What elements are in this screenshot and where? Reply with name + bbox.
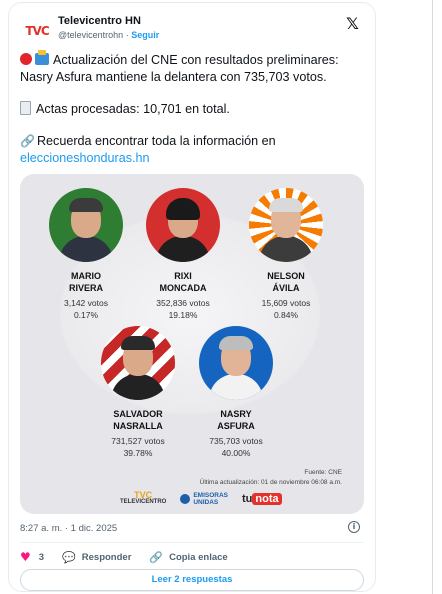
results-graphic[interactable]: MARIO RIVERA 3,142 votos 0.17% RIXI MONCAD… [20,174,364,514]
divider [20,542,364,543]
tweet-timestamp[interactable]: 8:27 a. m. · 1 dic. 2025 [20,523,117,534]
info-icon[interactable]: i [348,521,360,533]
tweet-text: Actualización del CNE con resultados pre… [20,50,366,182]
reply-button[interactable]: Responder [82,552,132,563]
nota-text: nota [252,493,282,505]
candidate-votes: 735,703 votos [209,436,263,446]
candidate-percent: 19.18% [168,310,198,320]
candidate-photo [199,326,273,400]
candidate-photo [101,326,175,400]
unidas-text: UNIDAS [193,499,219,506]
candidate-votes: 3,142 votos [64,298,108,308]
candidate-card: MARIO RIVERA 3,142 votos 0.17% [38,188,134,321]
emisoras-circle-icon [180,494,191,504]
candidate-photo [146,188,220,262]
ballot-box-icon [35,50,49,65]
account-handle[interactable]: @televicentrohn [58,30,123,40]
candidate-percent: 40.00% [221,448,251,458]
candidate-votes: 352,836 votos [156,298,210,308]
tweet-link[interactable]: eleccioneshonduras.hn [20,151,150,165]
candidate-votes: 15,609 votos [261,298,311,308]
tweet-line-1: Actualización del CNE con resultados pre… [20,53,339,84]
x-logo-icon[interactable]: 𝕏 [346,14,359,33]
action-bar: ♥ 3 💬 Responder 🔗 Copia enlace [20,550,228,564]
like-count[interactable]: 3 [39,552,44,563]
logo-strip: TVC TELEVICENTRO EMISORAS UNIDAS tu nota [120,490,282,506]
tu-text: tu [242,493,253,505]
read-replies-button[interactable]: Leer 2 respuestas [20,569,364,591]
candidate-name: NELSON ÁVILA [267,271,305,293]
follow-button[interactable]: Seguir [131,30,159,40]
emisoras-unidas-logo: EMISORAS UNIDAS [180,492,228,506]
candidate-card: NASRY ASFURA 735,703 votos 40.00% [188,326,284,459]
heart-icon[interactable]: ♥ [20,550,31,564]
reply-icon[interactable]: 💬 [62,551,76,564]
tvc-logo-text: TVC [134,490,153,500]
tunota-logo: tu nota [242,493,282,505]
candidate-percent: 0.17% [73,310,99,320]
avatar-text: TVC [25,24,49,38]
document-icon [20,101,31,115]
avatar[interactable]: TVC [22,16,52,46]
handle-row: @televicentrohn · Seguir [58,30,159,40]
account-name[interactable]: Televicentro HN [58,15,141,27]
candidate-name: RIXI MONCADA [159,271,207,293]
candidate-percent: 39.78% [123,448,153,458]
candidate-name: SALVADOR NASRALLA [113,409,163,431]
candidate-name: NASRY ASFURA [217,409,255,431]
candidate-name: MARIO RIVERA [68,271,103,293]
candidate-card: RIXI MONCADA 352,836 votos 19.18% [135,188,231,321]
televicentro-logo: TVC TELEVICENTRO [120,490,167,506]
tvc-logo-subtext: TELEVICENTRO [120,499,167,505]
tweet-line-3: Recuerda encontrar toda la información e… [36,134,276,148]
candidate-photo [249,188,323,262]
source-note: Fuente: CNE [304,469,342,476]
candidate-percent: 0.84% [273,310,299,320]
separator: · [125,30,129,40]
link-icon[interactable]: 🔗 [149,551,163,564]
candidate-votes: 731,527 votos [111,436,165,446]
candidate-photo [49,188,123,262]
column-divider [432,0,433,594]
candidate-card: SALVADOR NASRALLA 731,527 votos 39.78% [90,326,186,459]
emisoras-text: EMISORAS [193,492,229,499]
link-icon: 🔗 [20,134,35,148]
update-note: Última actualización: 01 de noviembre 06… [199,479,342,486]
copy-link-button[interactable]: Copia enlace [169,552,228,563]
tweet-line-2: Actas procesadas: 10,701 en total. [36,102,230,116]
candidate-card: NELSON ÁVILA 15,609 votos 0.84% [238,188,334,321]
red-circle-icon [20,53,32,65]
